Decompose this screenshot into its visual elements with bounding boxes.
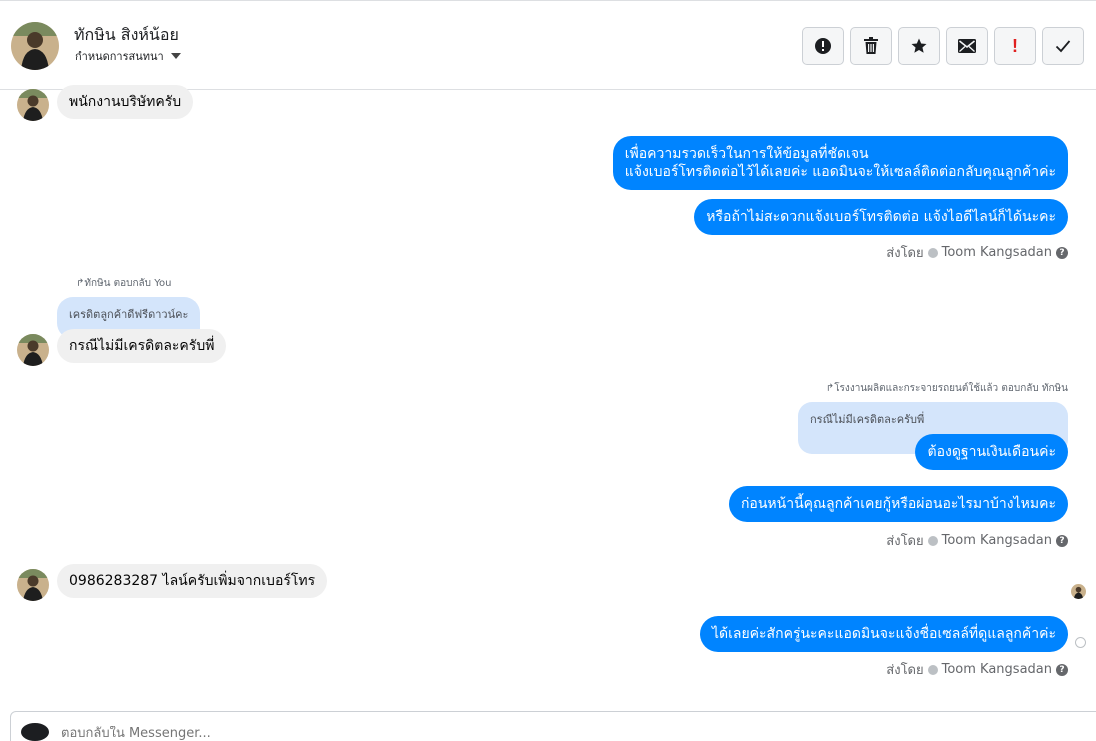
delete-button[interactable] [850,27,892,65]
seen-avatar [1071,584,1086,599]
mark-done-button[interactable] [1042,27,1084,65]
sent-by-text: ส่งโดย [886,663,924,678]
conversation-toolbar: ! [802,27,1084,65]
follow-up-button[interactable]: ! [994,27,1036,65]
outgoing-message[interactable]: ก่อนหน้านี้คุณลูกค้าเคยกู้หรือผ่อนอะไรมา… [728,486,1068,522]
incoming-message[interactable]: พนักงานบริษัทครับ [57,85,194,119]
assign-conversation-dropdown[interactable]: กำหนดการสนทนา [75,47,181,65]
mark-spam-button[interactable] [802,27,844,65]
outgoing-message[interactable]: หรือถ้าไม่สะดวกแจ้งเบอร์โทรติดต่อ แจ้งไอ… [694,199,1068,235]
sent-by-label: ส่งโดย Toom Kangsadan ? [886,530,1068,551]
alert-circle-icon [815,38,831,54]
reply-input[interactable] [61,726,461,741]
outgoing-message[interactable]: ได้เลยค่ะสักครู่นะคะแอดมินจะแจ้งชื่อเซลล… [699,616,1068,652]
exclamation-icon: ! [1012,35,1018,56]
star-icon [911,38,927,53]
contact-avatar-small [17,569,49,601]
sent-by-label: ส่งโดย Toom Kangsadan ? [886,659,1068,680]
sent-by-text: ส่งโดย [886,246,924,261]
delivered-check-icon [1075,637,1086,648]
contact-avatar[interactable] [11,22,59,70]
page-admin-icon [927,664,938,675]
contact-name[interactable]: ทักษิน สิงห์น้อย [74,23,179,48]
sender-name[interactable]: Toom Kangsadan [942,245,1052,260]
conversation-header: ทักษิน สิงห์น้อย กำหนดการสนทนา ! [0,0,1096,90]
reply-context-text: โรงงานผลิตและกระจายรถยนต์ใช้แล้ว ตอบกลับ… [834,383,1068,394]
contact-avatar-small [17,89,49,121]
page-logo-icon [21,723,49,741]
reply-context: ↱ทักษิน ตอบกลับ You [76,276,171,291]
help-icon[interactable]: ? [1056,663,1068,676]
help-icon[interactable]: ? [1056,246,1068,259]
page-admin-icon [927,247,938,258]
incoming-message[interactable]: 0986283287 ไลน์ครับเพิ่มจากเบอร์โทร [57,564,328,598]
caret-down-icon [170,53,181,59]
check-icon [1055,40,1071,53]
message-line: เพื่อความรวดเร็วในการให้ข้อมูลที่ชัดเจน [624,146,869,162]
contact-avatar-small [17,334,49,366]
sender-name[interactable]: Toom Kangsadan [942,662,1052,677]
mark-unread-button[interactable] [946,27,988,65]
message-line: แจ้งเบอร์โทรติดต่อไว้ได้เลยค่ะ แอดมินจะใ… [624,164,1056,180]
sent-by-text: ส่งโดย [886,534,924,549]
outgoing-message[interactable]: เพื่อความรวดเร็วในการให้ข้อมูลที่ชัดเจน … [612,136,1068,190]
envelope-icon [958,39,976,53]
reply-context-text: ทักษิน ตอบกลับ You [84,278,172,289]
reply-arrow-icon: ↱ [825,383,835,394]
reply-context: ↱โรงงานผลิตและกระจายรถยนต์ใช้แล้ว ตอบกลั… [826,381,1068,396]
sent-by-label: ส่งโดย Toom Kangsadan ? [886,242,1068,263]
outgoing-message[interactable]: ต้องดูฐานเงินเดือนค่ะ [915,434,1068,470]
message-composer [10,711,1096,741]
sender-name[interactable]: Toom Kangsadan [942,533,1052,548]
star-button[interactable] [898,27,940,65]
page-admin-icon [927,535,938,546]
incoming-message[interactable]: กรณีไม่มีเครดิตละครับพี่ [57,329,227,363]
help-icon[interactable]: ? [1056,534,1068,547]
assign-conversation-label: กำหนดการสนทนา [75,50,164,63]
trash-icon [864,37,878,54]
